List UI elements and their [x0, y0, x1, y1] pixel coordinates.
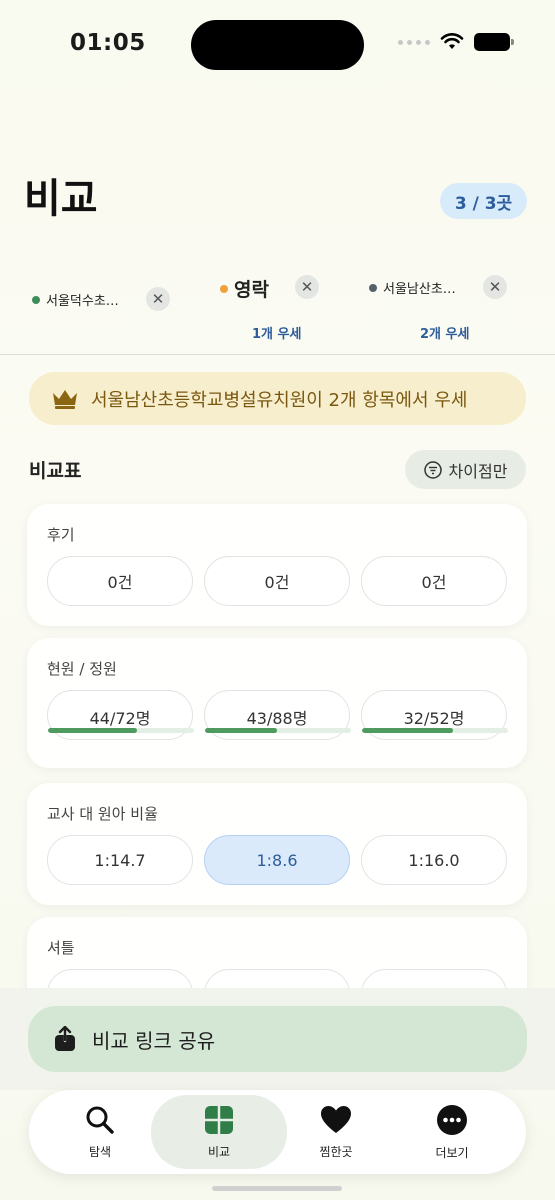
row-label: 교사 대 원아 비율 [47, 805, 158, 823]
value-cell[interactable]: 1:16.0 [361, 835, 507, 885]
crown-icon [53, 389, 77, 409]
grid-icon [205, 1105, 233, 1134]
heart-icon [321, 1105, 351, 1133]
banner-text: 서울남산초등학교병설유치원이 2개 항목에서 우세 [91, 389, 468, 411]
progress-fill [205, 728, 277, 733]
remove-item-button[interactable]: ✕ [295, 275, 319, 299]
tab-compare[interactable]: 비교 [151, 1095, 287, 1169]
remove-item-button[interactable]: ✕ [146, 287, 170, 311]
page-title: 비교 [24, 176, 98, 222]
progress-track [48, 728, 194, 733]
color-dot [220, 284, 228, 293]
value-cell[interactable]: 44/72명 [47, 690, 194, 740]
compare-row-reviews: 후기 0건 0건 0건 [27, 504, 527, 626]
selected-item-name: 영락 [234, 279, 269, 301]
value-cell[interactable]: 32/52명 [361, 690, 508, 740]
win-count-label: 1개 우세 [252, 327, 302, 342]
tab-label: 비교 [207, 1144, 231, 1159]
battery-icon [474, 33, 514, 51]
color-dot [369, 283, 377, 292]
compare-row-teacher-ratio: 교사 대 원아 비율 1:14.7 1:8.6 1:16.0 [27, 783, 527, 905]
progress-fill [362, 728, 453, 733]
value-text: 32/52명 [403, 709, 465, 728]
progress-fill [48, 728, 138, 733]
selected-item-name: 서울남산초… [383, 282, 456, 297]
win-count-label: 2개 우세 [420, 327, 470, 342]
value-cell[interactable]: 1:14.7 [47, 835, 193, 885]
share-compare-link-button[interactable]: 비교 링크 공유 [28, 1006, 527, 1072]
selected-item-2[interactable]: 영락 [220, 275, 269, 302]
count-badge: 3 / 3곳 [440, 183, 527, 219]
value-cell[interactable]: 0건 [361, 556, 507, 606]
row-label: 셔틀 [47, 939, 75, 957]
tab-label: 찜한곳 [319, 1144, 353, 1159]
selected-item-name: 서울덕수초… [46, 294, 119, 309]
home-indicator [212, 1186, 342, 1191]
row-label: 현원 / 정원 [47, 660, 117, 678]
signal-icon [398, 39, 430, 45]
selected-item-1[interactable]: 서울덕수초… [32, 290, 119, 309]
tab-bar: 탐색 비교 찜한곳 더보기 [29, 1090, 526, 1174]
winner-banner: 서울남산초등학교병설유치원이 2개 항목에서 우세 [29, 372, 526, 425]
tab-label: 탐색 [88, 1144, 112, 1159]
remove-item-button[interactable]: ✕ [483, 275, 507, 299]
search-icon [86, 1106, 114, 1134]
divider [0, 354, 555, 355]
filter-label: 차이점만 [448, 461, 508, 481]
value-text: 44/72명 [89, 709, 151, 728]
tab-label: 더보기 [435, 1145, 469, 1160]
wifi-icon [440, 33, 464, 49]
value-cell[interactable]: 0건 [204, 556, 350, 606]
color-dot [32, 295, 40, 304]
progress-track [362, 728, 508, 733]
filter-icon [423, 460, 442, 479]
tab-more[interactable]: 더보기 [391, 1090, 513, 1174]
filter-differences-button[interactable]: 차이점만 [405, 450, 526, 489]
value-cell[interactable]: 0건 [47, 556, 193, 606]
selected-item-3[interactable]: 서울남산초… [369, 278, 456, 297]
section-title: 비교표 [29, 460, 82, 482]
status-time: 01:05 [70, 30, 146, 56]
tab-explore[interactable]: 탐색 [39, 1090, 161, 1174]
compare-row-enrollment: 현원 / 정원 44/72명 43/88명 32/52명 [27, 638, 527, 768]
value-text: 43/88명 [246, 709, 308, 728]
dynamic-island [191, 20, 364, 70]
share-icon [55, 1026, 75, 1051]
tab-favorites[interactable]: 찜한곳 [275, 1090, 397, 1174]
row-label: 후기 [47, 526, 75, 544]
more-icon [437, 1104, 467, 1135]
status-icons [398, 33, 514, 51]
progress-track [205, 728, 351, 733]
share-label: 비교 링크 공유 [92, 1028, 216, 1053]
value-cell[interactable]: 43/88명 [204, 690, 351, 740]
value-cell-best[interactable]: 1:8.6 [204, 835, 350, 885]
